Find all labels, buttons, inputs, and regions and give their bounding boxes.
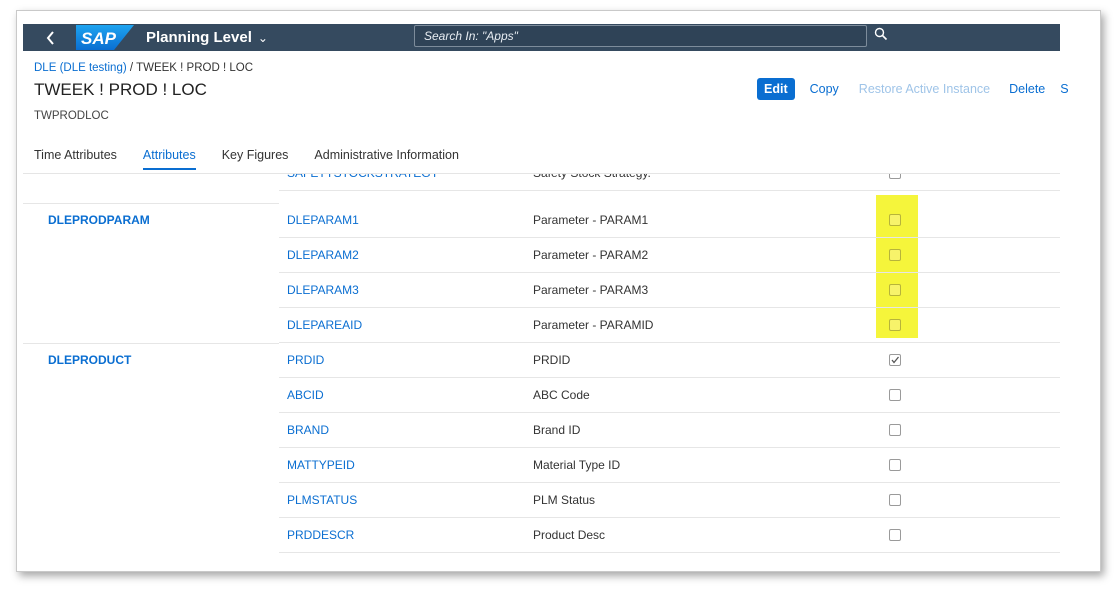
table-row: DLEPARAM2 Parameter - PARAM2 xyxy=(23,238,1060,273)
checkbox[interactable] xyxy=(889,424,901,436)
svg-text:SAP: SAP xyxy=(81,29,117,48)
app-title-menu[interactable]: Planning Level ⌄ xyxy=(146,24,268,51)
attribute-description: Parameter - PARAM1 xyxy=(533,213,649,227)
back-button[interactable] xyxy=(41,24,61,51)
attribute-description: Safety Stock Strategy. xyxy=(533,174,651,191)
edit-button[interactable]: Edit xyxy=(757,78,795,100)
delete-button[interactable]: Delete xyxy=(1009,82,1045,96)
overflow-action-button[interactable]: S xyxy=(1060,82,1068,96)
table-row: BRAND Brand ID xyxy=(23,413,1060,448)
table-row: ABCID ABC Code xyxy=(23,378,1060,413)
search-placeholder: Search In: "Apps" xyxy=(424,29,518,43)
tab-administrative-information[interactable]: Administrative Information xyxy=(314,148,459,170)
checkbox[interactable] xyxy=(889,459,901,471)
table-row: SAFETYSTOCKSTRATEGY Safety Stock Strateg… xyxy=(23,174,1060,191)
search-icon xyxy=(874,27,888,41)
breadcrumb-separator: / xyxy=(126,62,137,74)
attribute-description: Parameter - PARAMID xyxy=(533,318,654,332)
attribute-link[interactable]: PRDDESCR xyxy=(287,518,354,553)
search-button[interactable] xyxy=(874,24,894,51)
shell-bar: SAP Planning Level ⌄ Search In: "Apps" xyxy=(23,24,1060,51)
page-subtitle: TWPRODLOC xyxy=(34,110,109,122)
attributes-table: SAFETYSTOCKSTRATEGY Safety Stock Strateg… xyxy=(23,174,1060,560)
attribute-description: PRDID xyxy=(533,353,571,367)
table-row: DLEPRODUCT PRDID PRDID xyxy=(23,343,1060,378)
table-row: MATTYPEID Material Type ID xyxy=(23,448,1060,483)
header-actions: Edit Copy Restore Active Instance Delete… xyxy=(757,78,1069,100)
table-row: PLMSTATUS PLM Status xyxy=(23,483,1060,518)
checkbox[interactable] xyxy=(889,494,901,506)
attribute-link[interactable]: ABCID xyxy=(287,378,324,413)
attribute-link[interactable]: DLEPARAM1 xyxy=(287,203,359,238)
checkbox-checked[interactable] xyxy=(889,354,901,366)
checkbox[interactable] xyxy=(889,284,901,296)
breadcrumb-link[interactable]: DLE (DLE testing) xyxy=(34,62,127,74)
chevron-left-icon xyxy=(46,31,54,45)
table-row: DLEPAREAID Parameter - PARAMID xyxy=(23,308,1060,343)
attribute-link[interactable]: DLEPARAM3 xyxy=(287,273,359,308)
attribute-link[interactable]: MATTYPEID xyxy=(287,448,355,483)
table-row: PRDDESCR Product Desc xyxy=(23,518,1060,553)
table-row: DLEPRODPARAM DLEPARAM1 Parameter - PARAM… xyxy=(23,203,1060,238)
checkbox[interactable] xyxy=(889,389,901,401)
checkbox[interactable] xyxy=(889,174,901,179)
group-link[interactable]: DLEPRODPARAM xyxy=(48,203,150,238)
breadcrumb-current: TWEEK ! PROD ! LOC xyxy=(136,62,254,74)
checkbox[interactable] xyxy=(889,319,901,331)
checkbox[interactable] xyxy=(889,249,901,261)
breadcrumb: DLE (DLE testing) / TWEEK ! PROD ! LOC xyxy=(34,62,253,74)
attribute-description: Parameter - PARAM2 xyxy=(533,248,649,262)
attribute-description: Parameter - PARAM3 xyxy=(533,283,649,297)
attribute-link[interactable]: SAFETYSTOCKSTRATEGY xyxy=(287,174,439,191)
attribute-description: PLM Status xyxy=(533,493,596,507)
attribute-description: ABC Code xyxy=(533,388,590,402)
app-title: Planning Level xyxy=(146,29,252,46)
group-link[interactable]: DLEPRODUCT xyxy=(48,343,131,378)
attribute-link[interactable]: DLEPARAM2 xyxy=(287,238,359,273)
attribute-description: Material Type ID xyxy=(533,458,621,472)
sap-logo: SAP xyxy=(76,25,134,50)
chevron-down-icon: ⌄ xyxy=(257,31,268,45)
tab-time-attributes[interactable]: Time Attributes xyxy=(34,148,117,170)
attribute-description: Brand ID xyxy=(533,423,581,437)
checkbox[interactable] xyxy=(889,529,901,541)
page-title: TWEEK ! PROD ! LOC xyxy=(34,80,207,99)
copy-button[interactable]: Copy xyxy=(810,82,839,96)
tab-attributes[interactable]: Attributes xyxy=(142,148,196,170)
tab-key-figures[interactable]: Key Figures xyxy=(222,148,289,170)
table-row: DLEPARAM3 Parameter - PARAM3 xyxy=(23,273,1060,308)
checkmark-icon xyxy=(891,356,900,364)
search-input[interactable]: Search In: "Apps" xyxy=(414,25,867,47)
attribute-link[interactable]: PLMSTATUS xyxy=(287,483,357,518)
attribute-link[interactable]: BRAND xyxy=(287,413,329,448)
attribute-description: Product Desc xyxy=(533,528,606,542)
restore-active-instance-button: Restore Active Instance xyxy=(858,82,991,96)
tab-bar: Time Attributes Attributes Key Figures A… xyxy=(34,148,485,170)
attribute-link[interactable]: PRDID xyxy=(287,343,324,378)
checkbox[interactable] xyxy=(889,214,901,226)
attribute-link[interactable]: DLEPAREAID xyxy=(287,308,362,343)
